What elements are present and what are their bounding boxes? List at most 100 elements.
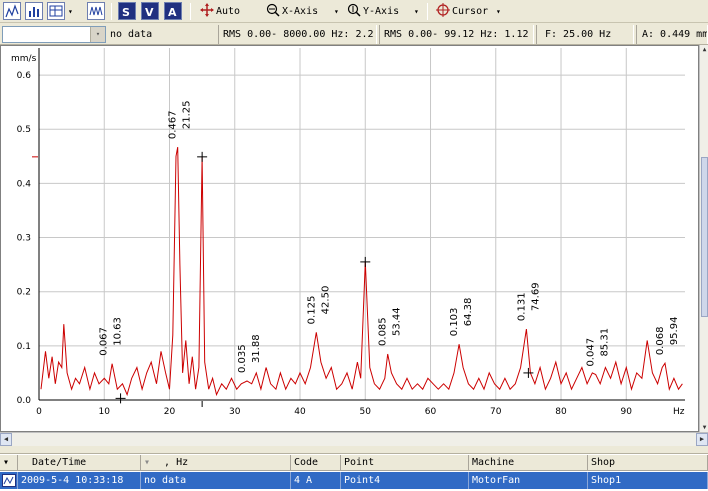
peak-freq-label: 31.88 xyxy=(251,334,262,363)
y-tick-label: 0.1 xyxy=(17,342,31,352)
status-bar: ▾ no data RMS 0.00- 8000.00 Hz: 2.2 RMS … xyxy=(0,23,708,45)
cell-hz: no data xyxy=(141,472,291,489)
channel-combo[interactable]: ▾ xyxy=(2,26,106,43)
x-tick-label: 40 xyxy=(294,407,306,417)
peak-amp-label: 0.067 xyxy=(98,327,109,356)
spectrum-view-icon[interactable] xyxy=(3,2,21,20)
x-axis-dropdown-arrow[interactable]: ▾ xyxy=(334,3,339,20)
chevron-down-icon[interactable]: ▾ xyxy=(90,27,105,42)
peak-freq-label: 74.69 xyxy=(530,282,541,311)
x-tick-label: 80 xyxy=(555,407,567,417)
cell-shop: Shop1 xyxy=(588,472,708,489)
table-view-icon[interactable] xyxy=(47,2,65,20)
x-tick-label: 0 xyxy=(36,407,42,417)
auto-button[interactable]: Auto xyxy=(200,3,240,20)
splitter[interactable] xyxy=(0,446,708,454)
toolbar: ▾ S V A Auto X-Axis ▾ Y-Axis ▾ Cursor ▾ xyxy=(0,0,708,23)
scroll-up-arrow[interactable]: ▲ xyxy=(700,45,708,54)
scale-s-icon[interactable]: S xyxy=(118,2,136,20)
spectrum-chart-svg[interactable]: 0.067 10.63 0.467 21.25 0.035 31.88 0.125 42.50… xyxy=(1,46,698,431)
collapse-arrow-icon[interactable]: ▾ xyxy=(3,457,9,468)
peak-amp-label: 0.047 xyxy=(586,338,597,367)
y-axis-dropdown-arrow[interactable]: ▾ xyxy=(414,3,419,20)
cursor-freq-text: F: 25.00 Hz xyxy=(545,29,612,40)
cursor-button[interactable]: Cursor xyxy=(436,3,488,20)
zoom-x-icon xyxy=(266,3,280,17)
scroll-right-arrow[interactable]: ▶ xyxy=(696,433,708,446)
svg-text:V: V xyxy=(145,6,154,19)
cursor-amp-text: A: 0.449 mm xyxy=(642,29,708,40)
y-tick-label: 0.2 xyxy=(17,288,31,298)
x-tick-label: 60 xyxy=(425,407,437,417)
rms-full-panel: RMS 0.00- 8000.00 Hz: 2.2 xyxy=(218,25,377,44)
y-tick-label: 0.3 xyxy=(17,234,31,244)
toolbar-separator xyxy=(427,3,428,20)
cell-code: 4 A xyxy=(291,472,341,489)
x-axis-button[interactable]: X-Axis xyxy=(266,3,318,20)
rms-band-panel: RMS 0.00- 99.12 Hz: 1.12 xyxy=(379,25,534,44)
auto-scale-icon xyxy=(200,3,214,17)
peak-amp-label: 0.103 xyxy=(449,308,460,337)
cell-datetime: 2009-5-4 10:33:18 xyxy=(18,472,141,489)
channel-label: no data xyxy=(110,29,153,40)
header-point[interactable]: Point xyxy=(341,455,469,471)
peak-amp-label: 0.085 xyxy=(378,317,389,346)
y-tick-label: 0.4 xyxy=(17,179,32,189)
rms-band-text: RMS 0.00- 99.12 Hz: 1.12 xyxy=(384,29,529,40)
cursor-mark xyxy=(115,393,126,404)
peak-amp-label: 0.068 xyxy=(655,327,666,356)
peak-amp-label: 0.467 xyxy=(168,110,179,139)
cursor-amp-panel: A: 0.449 mm xyxy=(636,25,708,44)
x-tick-label: 90 xyxy=(621,407,633,417)
toolbar-separator xyxy=(111,3,112,20)
x-axis-label: X-Axis xyxy=(282,6,319,17)
scale-a-icon[interactable]: A xyxy=(164,2,182,20)
header-shop[interactable]: Shop xyxy=(588,455,708,471)
peak-amp-label: 0.035 xyxy=(237,344,248,373)
waveform-icon[interactable] xyxy=(87,2,105,20)
peak-freq-label: 64.38 xyxy=(463,298,474,327)
row-spectrum-icon[interactable] xyxy=(0,472,18,489)
zoom-y-icon xyxy=(347,3,361,17)
vertical-scroll-thumb[interactable] xyxy=(701,157,708,317)
header-datetime[interactable]: Date/Time xyxy=(18,455,141,471)
cursor-dropdown-arrow[interactable]: ▾ xyxy=(496,3,501,20)
y-tick-label: 0.6 xyxy=(17,71,32,81)
cursor-crosshair-icon xyxy=(436,3,450,17)
header-code[interactable]: Code xyxy=(291,455,341,471)
y-axis-button[interactable]: Y-Axis xyxy=(347,3,399,20)
y-axis-unit-label: mm/s xyxy=(11,54,37,64)
header-machine[interactable]: Machine xyxy=(469,455,588,471)
peak-amp-label: 0.125 xyxy=(306,296,317,325)
peak-freq-label: 85.31 xyxy=(600,328,611,357)
scale-v-icon[interactable]: V xyxy=(141,2,159,20)
sort-arrow-icon[interactable]: ▾ xyxy=(144,457,150,468)
bar-view-icon[interactable] xyxy=(25,2,43,20)
y-axis-label: Y-Axis xyxy=(363,6,400,17)
x-tick-label: 70 xyxy=(490,407,502,417)
cell-point: Point4 xyxy=(341,472,469,489)
svg-text:A: A xyxy=(168,6,177,19)
table-row[interactable]: 2009-5-4 10:33:18 no data 4 A Point4 Mot… xyxy=(0,472,708,489)
grid-header: ▾ Date/Time ▾ , Hz Code Point Machine Sho… xyxy=(0,455,708,471)
header-hz[interactable]: ▾ , Hz xyxy=(141,455,291,471)
horizontal-scrollbar[interactable]: ◀ ▶ xyxy=(0,432,708,446)
vertical-scrollbar[interactable]: ▲ ▼ xyxy=(699,45,708,432)
cursor-mark xyxy=(197,151,208,162)
peak-amp-label: 0.131 xyxy=(516,292,527,321)
y-tick-label: 0.5 xyxy=(17,125,31,135)
peak-freq-label: 42.50 xyxy=(320,286,331,315)
peak-freq-label: 53.44 xyxy=(392,307,403,336)
rms-full-text: RMS 0.00- 8000.00 Hz: 2.2 xyxy=(223,29,374,40)
view-dropdown-arrow[interactable]: ▾ xyxy=(68,3,73,20)
header-expand-cell[interactable]: ▾ xyxy=(0,455,18,471)
x-axis-unit-label: Hz xyxy=(673,407,685,417)
scroll-down-arrow[interactable]: ▼ xyxy=(700,423,708,432)
header-hz-label: , Hz xyxy=(164,457,189,468)
x-tick-label: 30 xyxy=(229,407,241,417)
cursor-label: Cursor xyxy=(452,6,489,17)
peak-freq-label: 21.25 xyxy=(182,100,193,129)
scroll-left-arrow[interactable]: ◀ xyxy=(0,433,12,446)
spectrum-chart[interactable]: 0.067 10.63 0.467 21.25 0.035 31.88 0.125 42.50… xyxy=(0,45,699,432)
auto-label: Auto xyxy=(216,6,241,17)
